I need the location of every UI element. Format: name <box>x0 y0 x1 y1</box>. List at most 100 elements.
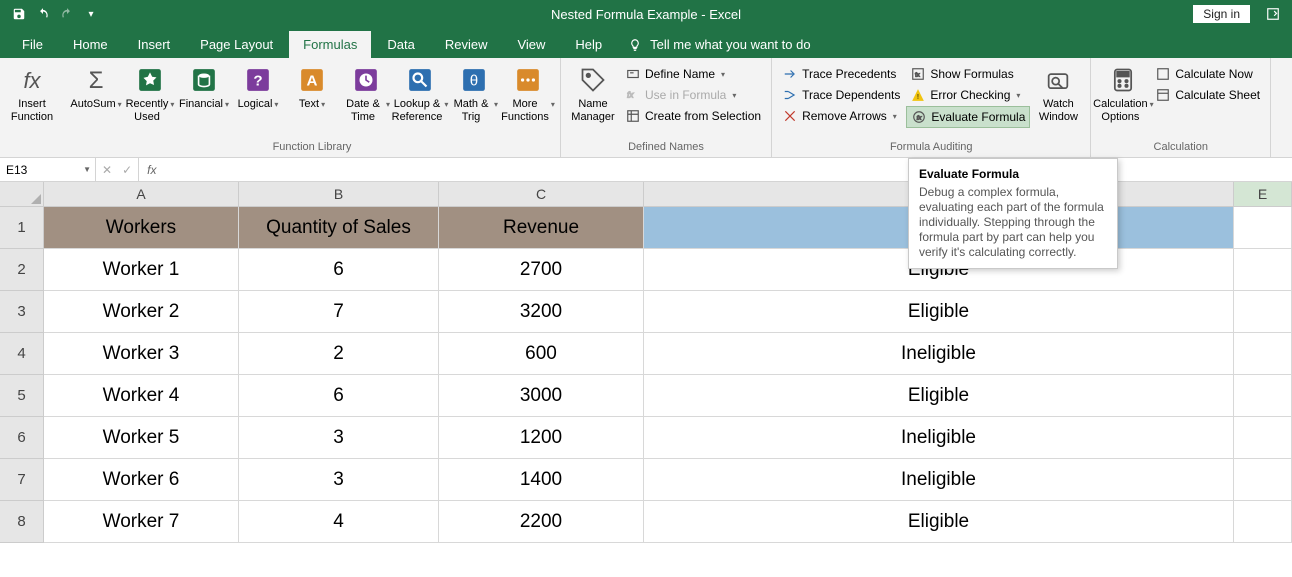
redo-button[interactable] <box>56 3 78 25</box>
cell[interactable]: 3200 <box>439 291 644 333</box>
select-all-corner[interactable] <box>0 182 44 207</box>
ribbon-display-options[interactable] <box>1262 3 1284 25</box>
tab-review[interactable]: Review <box>431 31 502 58</box>
cell[interactable]: 7 <box>239 291 439 333</box>
error-checking-button[interactable]: ! Error Checking▾ <box>906 85 1030 105</box>
remove-arrows-button[interactable]: Remove Arrows▾ <box>778 106 904 126</box>
cell[interactable]: 2700 <box>439 249 644 291</box>
row-header[interactable]: 1 <box>0 207 44 249</box>
recently-used-button[interactable]: Recently Used▾ <box>124 60 176 130</box>
cell[interactable]: Ineligible <box>644 333 1234 375</box>
row-header[interactable]: 6 <box>0 417 44 459</box>
cell[interactable] <box>1234 333 1292 375</box>
row-header[interactable]: 5 <box>0 375 44 417</box>
calculate-sheet-button[interactable]: Calculate Sheet <box>1151 85 1264 105</box>
text-button[interactable]: A Text▾ <box>286 60 338 130</box>
cell[interactable]: Eligible <box>644 501 1234 543</box>
col-header-c[interactable]: C <box>439 182 644 207</box>
calculate-now-button[interactable]: Calculate Now <box>1151 64 1264 84</box>
cell[interactable] <box>1234 459 1292 501</box>
cell[interactable]: Worker 5 <box>44 417 239 459</box>
tell-me-label: Tell me what you want to do <box>650 37 810 52</box>
cell[interactable] <box>1234 207 1292 249</box>
cell[interactable]: Worker 4 <box>44 375 239 417</box>
cell[interactable]: 6 <box>239 375 439 417</box>
cell[interactable] <box>1234 417 1292 459</box>
cell[interactable]: Ineligible <box>644 417 1234 459</box>
col-header-b[interactable]: B <box>239 182 439 207</box>
cell[interactable]: 3 <box>239 417 439 459</box>
cell[interactable] <box>1234 291 1292 333</box>
autosum-button[interactable]: Σ AutoSum▾ <box>70 60 122 130</box>
cell[interactable]: 1400 <box>439 459 644 501</box>
define-name-button[interactable]: Define Name▾ <box>621 64 765 84</box>
qat-customize[interactable]: ▾ <box>80 3 102 25</box>
trace-dependents-button[interactable]: Trace Dependents <box>778 85 904 105</box>
use-in-formula-button[interactable]: fx Use in Formula▾ <box>621 85 765 105</box>
row-header[interactable]: 8 <box>0 501 44 543</box>
error-check-icon: ! <box>910 87 926 103</box>
tell-me[interactable]: Tell me what you want to do <box>618 31 820 58</box>
col-header-a[interactable]: A <box>44 182 239 207</box>
calculation-options-button[interactable]: Calculation Options▾ <box>1097 60 1149 130</box>
math-button[interactable]: θ Math & Trig▾ <box>448 60 500 130</box>
cell[interactable]: Worker 2 <box>44 291 239 333</box>
cell[interactable]: Worker 7 <box>44 501 239 543</box>
cell[interactable]: 3 <box>239 459 439 501</box>
tab-home[interactable]: Home <box>59 31 122 58</box>
cell[interactable]: 2200 <box>439 501 644 543</box>
more-functions-button[interactable]: More Functions▾ <box>502 60 554 130</box>
name-box[interactable]: E13 ▼ <box>0 158 96 181</box>
row-header[interactable]: 3 <box>0 291 44 333</box>
cell[interactable]: Worker 3 <box>44 333 239 375</box>
logical-button[interactable]: ? Logical▾ <box>232 60 284 130</box>
cell[interactable] <box>1234 501 1292 543</box>
evaluate-formula-button[interactable]: fx Evaluate Formula <box>906 106 1030 128</box>
tab-file[interactable]: File <box>8 31 57 58</box>
cell[interactable]: Ineligible <box>644 459 1234 501</box>
tab-formulas[interactable]: Formulas <box>289 31 371 58</box>
cell[interactable]: 6 <box>239 249 439 291</box>
cell[interactable] <box>1234 375 1292 417</box>
show-formulas-button[interactable]: fx Show Formulas <box>906 64 1030 84</box>
trace-precedents-button[interactable]: Trace Precedents <box>778 64 904 84</box>
create-from-selection-button[interactable]: Create from Selection <box>621 106 765 126</box>
cell[interactable]: Worker 6 <box>44 459 239 501</box>
cell[interactable]: Revenue <box>439 207 644 249</box>
datetime-button[interactable]: Date & Time▾ <box>340 60 392 130</box>
tab-page-layout[interactable]: Page Layout <box>186 31 287 58</box>
cell[interactable] <box>1234 249 1292 291</box>
cell[interactable]: Eligible <box>644 291 1234 333</box>
lookup-button[interactable]: Lookup & Reference▾ <box>394 60 446 130</box>
row-header[interactable]: 4 <box>0 333 44 375</box>
cell[interactable]: Eligible <box>644 375 1234 417</box>
cell[interactable]: Worker 1 <box>44 249 239 291</box>
insert-function-button[interactable]: fx Insert Function <box>6 60 58 130</box>
tab-help[interactable]: Help <box>561 31 616 58</box>
signin-button[interactable]: Sign in <box>1193 5 1250 23</box>
cell[interactable]: 3000 <box>439 375 644 417</box>
cancel-icon[interactable]: ✕ <box>102 163 112 177</box>
enter-icon[interactable]: ✓ <box>122 163 132 177</box>
cell[interactable]: 600 <box>439 333 644 375</box>
undo-button[interactable] <box>32 3 54 25</box>
financial-button[interactable]: Financial▾ <box>178 60 230 130</box>
fx-button[interactable]: fx <box>139 158 164 181</box>
cell[interactable]: Quantity of Sales <box>239 207 439 249</box>
evaluate-formula-tooltip: Evaluate Formula Debug a complex formula… <box>908 158 1118 269</box>
save-button[interactable] <box>8 3 30 25</box>
row-header[interactable]: 2 <box>0 249 44 291</box>
watch-window-button[interactable]: Watch Window <box>1032 60 1084 130</box>
tab-insert[interactable]: Insert <box>124 31 185 58</box>
formula-input[interactable] <box>164 158 1292 181</box>
col-header-e[interactable]: E <box>1234 182 1292 207</box>
cell[interactable]: 2 <box>239 333 439 375</box>
tab-data[interactable]: Data <box>373 31 428 58</box>
cell[interactable]: 4 <box>239 501 439 543</box>
quick-access-toolbar: ▾ <box>0 3 102 25</box>
cell[interactable]: Workers <box>44 207 239 249</box>
tab-view[interactable]: View <box>503 31 559 58</box>
row-header[interactable]: 7 <box>0 459 44 501</box>
name-manager-button[interactable]: Name Manager <box>567 60 619 130</box>
cell[interactable]: 1200 <box>439 417 644 459</box>
